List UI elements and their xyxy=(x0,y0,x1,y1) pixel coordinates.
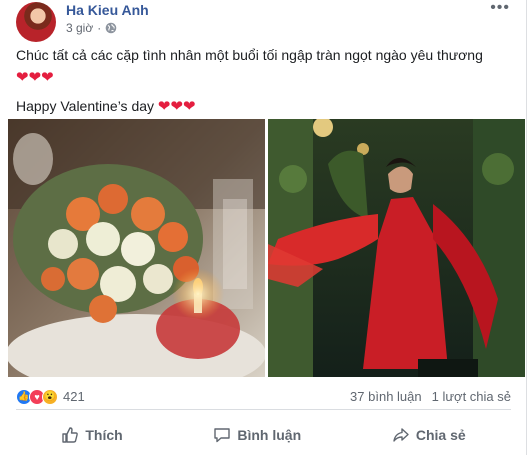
photo-red-dress[interactable] xyxy=(268,119,525,377)
photo-flowers[interactable] xyxy=(8,119,265,377)
post-line-2: Happy Valentine’s day ❤❤❤ xyxy=(16,98,196,115)
like-label: Thích xyxy=(85,427,123,443)
reaction-count: 421 xyxy=(63,389,85,404)
share-label: Chia sẻ xyxy=(415,427,466,443)
globe-icon[interactable] xyxy=(105,22,117,34)
share-icon xyxy=(393,428,409,442)
comment-label: Bình luận xyxy=(237,427,302,443)
comment-icon xyxy=(214,428,231,443)
share-button[interactable]: Chia sẻ xyxy=(378,420,480,450)
heart-emojis-2: ❤❤❤ xyxy=(157,98,196,115)
action-bar: Thích Bình luận Chia sẻ xyxy=(16,418,511,452)
post-card: Ha Kieu Anh 3 giờ · ••• Chúc tất cả các … xyxy=(0,0,527,455)
engagement-bar: 👍 ♥ 😮 421 37 bình luận 1 lượt chia sẻ xyxy=(16,384,511,410)
like-icon xyxy=(62,427,79,443)
photo-grid xyxy=(8,119,525,377)
post-line-1: Chúc tất cả các cặp tình nhân một buổi t… xyxy=(16,47,483,86)
comment-count[interactable]: 37 bình luận xyxy=(350,389,422,404)
post-time[interactable]: 3 giờ xyxy=(66,21,93,35)
comment-share-stats: 37 bình luận 1 lượt chia sẻ xyxy=(350,389,511,404)
wow-reaction-icon: 😮 xyxy=(42,388,58,405)
separator: · xyxy=(97,21,102,35)
post-text: Chúc tất cả các cặp tình nhân một buổi t… xyxy=(16,44,511,118)
post-meta: 3 giờ · xyxy=(66,21,117,35)
avatar[interactable] xyxy=(16,2,56,42)
comment-button[interactable]: Bình luận xyxy=(199,420,315,450)
author-name[interactable]: Ha Kieu Anh xyxy=(66,2,149,18)
heart-emojis: ❤❤❤ xyxy=(16,69,54,86)
more-icon[interactable]: ••• xyxy=(490,0,510,16)
reaction-summary[interactable]: 👍 ♥ 😮 421 xyxy=(16,388,85,405)
like-button[interactable]: Thích xyxy=(47,420,136,450)
share-count[interactable]: 1 lượt chia sẻ xyxy=(432,389,511,404)
